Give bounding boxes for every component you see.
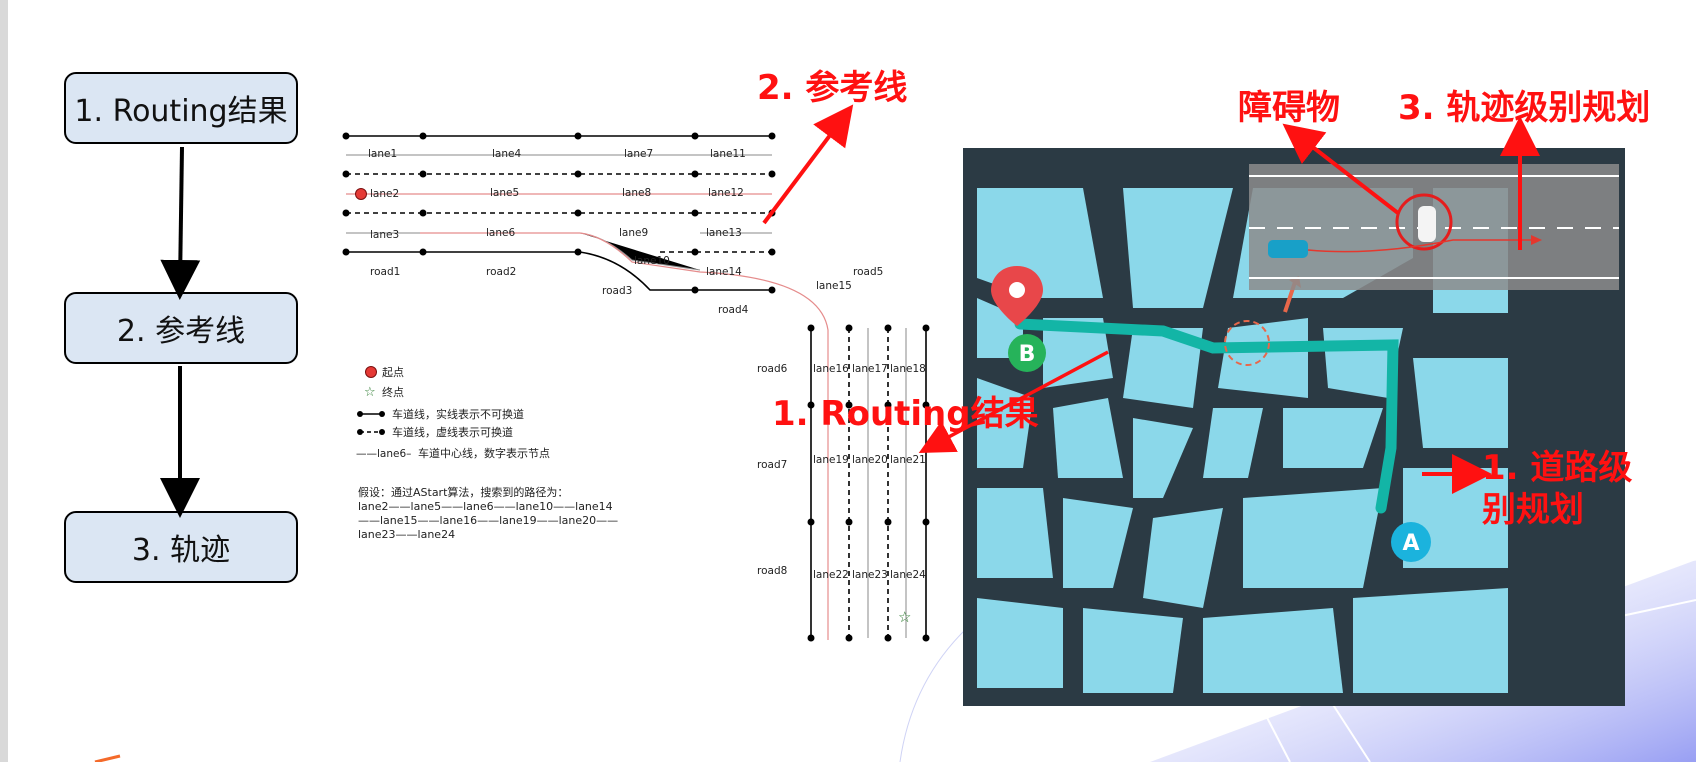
annotation-road-level-2: 别规划 [1482, 490, 1584, 530]
annotation-obstacle: 障碍物 [1238, 88, 1340, 128]
annotation-routing: 1. Routing结果 [772, 394, 1039, 434]
slide: 1. Routing结果 2. 参考线 3. 轨迹 lane1 lane4 la… [0, 0, 1696, 762]
annotation-reference-line: 2. 参考线 [757, 68, 908, 108]
annotation-trajectory-planning: 3. 轨迹级别规划 [1398, 88, 1651, 128]
